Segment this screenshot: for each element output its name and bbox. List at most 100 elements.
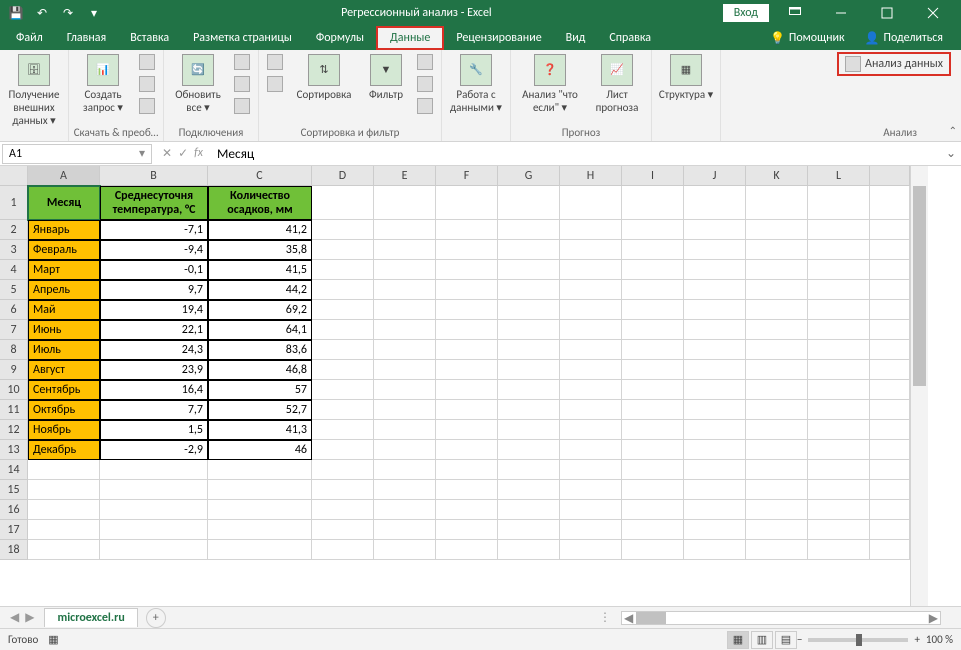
scrollbar-thumb[interactable] [636,612,666,624]
redo-icon[interactable]: ↷ [60,5,76,21]
cell-K18[interactable] [746,540,808,560]
cell-D14[interactable] [312,460,374,480]
cell-G5[interactable] [498,280,560,300]
cell-F17[interactable] [436,520,498,540]
tab-review[interactable]: Рецензирование [444,26,553,50]
cell-H4[interactable] [560,260,622,280]
cell-H3[interactable] [560,240,622,260]
maximize-icon[interactable] [867,0,907,26]
cell-F2[interactable] [436,220,498,240]
recent-sources-button[interactable] [135,96,159,116]
cell-L3[interactable] [808,240,870,260]
cell-I12[interactable] [622,420,684,440]
column-header-A[interactable]: A [28,166,100,186]
cell-H14[interactable] [560,460,622,480]
cell-E7[interactable] [374,320,436,340]
cell-J7[interactable] [684,320,746,340]
cell-B9[interactable]: 23,9 [100,360,208,380]
cell-G18[interactable] [498,540,560,560]
cell-E3[interactable] [374,240,436,260]
cell-E6[interactable] [374,300,436,320]
cell-D12[interactable] [312,420,374,440]
cell-I18[interactable] [622,540,684,560]
cell-C6[interactable]: 69,2 [208,300,312,320]
cell-J5[interactable] [684,280,746,300]
cell-B17[interactable] [100,520,208,540]
forecast-sheet-button[interactable]: 📈 Лист прогноза [587,52,647,116]
cell-C5[interactable]: 44,2 [208,280,312,300]
cell-L7[interactable] [808,320,870,340]
cell-B13[interactable]: -2,9 [100,440,208,460]
column-header-B[interactable]: B [100,166,208,186]
row-header-18[interactable]: 18 [0,540,28,560]
cell-A15[interactable] [28,480,100,500]
minimize-icon[interactable] [821,0,861,26]
cell-B11[interactable]: 7,7 [100,400,208,420]
cell-I14[interactable] [622,460,684,480]
cell-I11[interactable] [622,400,684,420]
cell-D13[interactable] [312,440,374,460]
cell-D16[interactable] [312,500,374,520]
cell-H12[interactable] [560,420,622,440]
cell-A8[interactable]: Июль [28,340,100,360]
cell-G9[interactable] [498,360,560,380]
cell-H6[interactable] [560,300,622,320]
cell-A12[interactable]: Ноябрь [28,420,100,440]
cell-B16[interactable] [100,500,208,520]
cell-D8[interactable] [312,340,374,360]
macro-record-icon[interactable]: ▦ [48,633,58,646]
cell-B12[interactable]: 1,5 [100,420,208,440]
cell-_3[interactable] [870,240,910,260]
cell-A1[interactable]: Месяц [28,186,100,220]
save-icon[interactable]: 💾 [8,5,24,21]
cell-B2[interactable]: -7,1 [100,220,208,240]
cell-K10[interactable] [746,380,808,400]
row-header-15[interactable]: 15 [0,480,28,500]
cell-A4[interactable]: Март [28,260,100,280]
cell-F16[interactable] [436,500,498,520]
row-header-5[interactable]: 5 [0,280,28,300]
cell-E11[interactable] [374,400,436,420]
cell-B15[interactable] [100,480,208,500]
zoom-thumb[interactable] [856,634,862,646]
cell-B4[interactable]: -0,1 [100,260,208,280]
cell-G4[interactable] [498,260,560,280]
close-icon[interactable] [913,0,953,26]
cell-K12[interactable] [746,420,808,440]
cell-K1[interactable] [746,186,808,220]
row-header-9[interactable]: 9 [0,360,28,380]
cell-B5[interactable]: 9,7 [100,280,208,300]
cell-H17[interactable] [560,520,622,540]
tab-home[interactable]: Главная [55,26,118,50]
zoom-slider[interactable] [808,638,908,642]
cell-G3[interactable] [498,240,560,260]
cell-I16[interactable] [622,500,684,520]
cell-J13[interactable] [684,440,746,460]
cell-D15[interactable] [312,480,374,500]
cell-G11[interactable] [498,400,560,420]
cell-C1[interactable]: Количество осадков, мм [208,186,312,220]
cell-C16[interactable] [208,500,312,520]
cell-E9[interactable] [374,360,436,380]
tab-insert[interactable]: Вставка [118,26,181,50]
cell-A7[interactable]: Июнь [28,320,100,340]
cell-D10[interactable] [312,380,374,400]
cell-H9[interactable] [560,360,622,380]
add-sheet-button[interactable]: + [146,608,166,628]
expand-formula-bar-icon[interactable]: ⌄ [941,146,961,161]
cell-D11[interactable] [312,400,374,420]
cell-K4[interactable] [746,260,808,280]
row-header-6[interactable]: 6 [0,300,28,320]
chevron-down-icon[interactable]: ▾ [139,146,145,161]
scroll-right-icon[interactable]: ▶ [929,611,938,626]
cell-_1[interactable] [870,186,910,220]
cell-K9[interactable] [746,360,808,380]
cell-_16[interactable] [870,500,910,520]
share-button[interactable]: 👤Поделиться [857,27,951,50]
cell-F13[interactable] [436,440,498,460]
cell-J18[interactable] [684,540,746,560]
cell-_5[interactable] [870,280,910,300]
cell-H15[interactable] [560,480,622,500]
properties-button[interactable] [230,74,254,94]
cell-J10[interactable] [684,380,746,400]
